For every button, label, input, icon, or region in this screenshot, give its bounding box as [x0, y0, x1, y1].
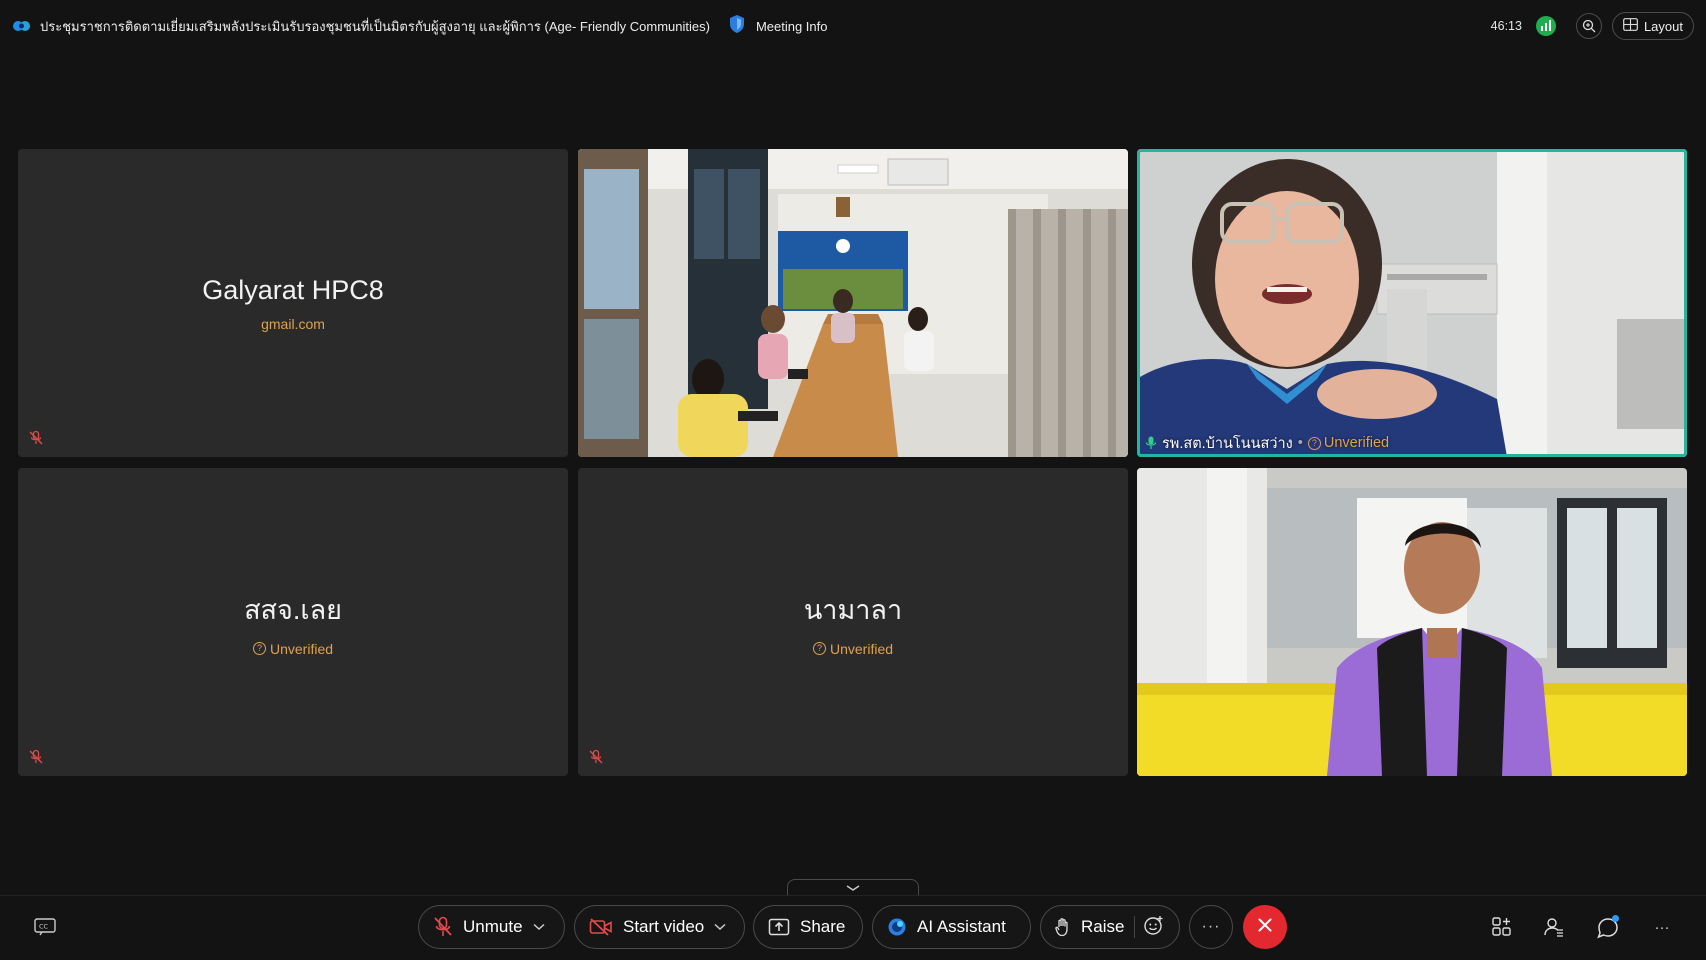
emoji-icon[interactable]	[1143, 914, 1165, 941]
active-speaker-tile[interactable]: รพ.สต.บ้านโนนสว่าง • ? Unverified	[1137, 149, 1687, 457]
meeting-timer: 46:13	[1490, 19, 1522, 33]
participant-tile[interactable]: สสจ.เลย ? Unverified	[18, 468, 568, 776]
share-icon	[768, 918, 790, 936]
meeting-info-button[interactable]: Meeting Info	[728, 14, 828, 39]
ai-assistant-button[interactable]: AI Assistant	[872, 905, 1031, 949]
mic-icon	[1145, 436, 1157, 449]
captions-icon[interactable]: CC	[32, 914, 58, 940]
zoom-icon[interactable]	[1575, 13, 1602, 39]
participant-tile[interactable]: Galyarat HPC8 gmail.com	[18, 149, 568, 457]
layout-icon	[1623, 18, 1638, 34]
raise-hand-button[interactable]: Raise	[1040, 905, 1180, 949]
unverified-badge: ? Unverified	[1307, 435, 1390, 451]
participant-name: สสจ.เลย	[244, 594, 342, 625]
participant-name: รพ.สต.บ้านโนนสว่าง	[1162, 435, 1293, 452]
start-video-button[interactable]: Start video	[574, 905, 745, 949]
unverified-label: Unverified	[1323, 435, 1390, 451]
raise-label: Raise	[1081, 917, 1125, 936]
unverified-badge: ? Unverified	[252, 640, 334, 657]
chat-icon[interactable]	[1595, 914, 1621, 940]
chevron-down-icon[interactable]	[533, 923, 545, 931]
collapse-controls-tab[interactable]	[787, 879, 919, 895]
meeting-info-label: Meeting Info	[755, 18, 828, 34]
more-label: ···	[1201, 918, 1221, 935]
participant-email: gmail.com	[261, 315, 325, 332]
chevron-down-icon[interactable]	[714, 923, 726, 931]
layout-label: Layout	[1643, 18, 1683, 34]
unverified-label: Unverified	[829, 640, 894, 657]
mic-muted-icon	[28, 749, 44, 770]
network-icon[interactable]	[1535, 16, 1556, 36]
participants-icon[interactable]	[1541, 914, 1567, 940]
button-separator	[1134, 916, 1135, 938]
webex-logo-icon	[12, 16, 32, 36]
more-icon[interactable]: ···	[1649, 914, 1675, 940]
layout-button[interactable]: Layout	[1611, 12, 1694, 40]
question-icon: ?	[1307, 436, 1321, 450]
hand-icon	[1055, 917, 1071, 937]
more-options-button[interactable]: ···	[1189, 905, 1233, 949]
meeting-room-video	[578, 149, 1128, 457]
participant-tile[interactable]: นามาลา ? Unverified	[578, 468, 1128, 776]
unverified-label: Unverified	[269, 640, 334, 657]
mic-muted-icon	[433, 916, 453, 938]
svg-text:CC: CC	[39, 923, 49, 931]
question-icon: ?	[252, 642, 266, 655]
man-video	[1137, 468, 1687, 776]
participant-name-bar: รพ.สต.บ้านโนนสว่าง • ? Unverified	[1145, 433, 1389, 453]
apps-icon[interactable]	[1489, 914, 1515, 940]
participant-name: นามาลา	[803, 594, 903, 625]
share-button[interactable]: Share	[753, 905, 863, 949]
chevron-down-icon	[846, 884, 860, 891]
top-bar: ประชุมราชการติดตามเยี่ยมเสริมพลังประเมิน…	[0, 0, 1706, 52]
leave-meeting-button[interactable]	[1243, 905, 1287, 949]
unmute-label: Unmute	[463, 917, 523, 936]
question-icon: ?	[812, 642, 826, 655]
speaker-video	[1137, 149, 1687, 457]
mic-muted-icon	[28, 430, 44, 451]
shield-icon	[728, 14, 746, 39]
participant-video-tile[interactable]	[578, 149, 1128, 457]
participant-name: Galyarat HPC8	[202, 274, 384, 305]
start-video-label: Start video	[623, 917, 705, 936]
unverified-badge: ? Unverified	[812, 640, 894, 657]
separator-dot: •	[1297, 435, 1303, 451]
ai-assistant-icon	[887, 917, 907, 937]
close-icon	[1257, 917, 1273, 938]
meeting-title: ประชุมราชการติดตามเยี่ยมเสริมพลังประเมิน…	[40, 18, 710, 34]
mic-muted-icon	[588, 749, 604, 770]
share-label: Share	[800, 917, 846, 936]
unmute-button[interactable]: Unmute	[418, 905, 565, 949]
ai-assistant-label: AI Assistant	[917, 917, 1006, 936]
control-bar-divider	[0, 895, 1706, 896]
participant-video-tile[interactable]	[1137, 468, 1687, 776]
video-off-icon	[589, 918, 613, 936]
